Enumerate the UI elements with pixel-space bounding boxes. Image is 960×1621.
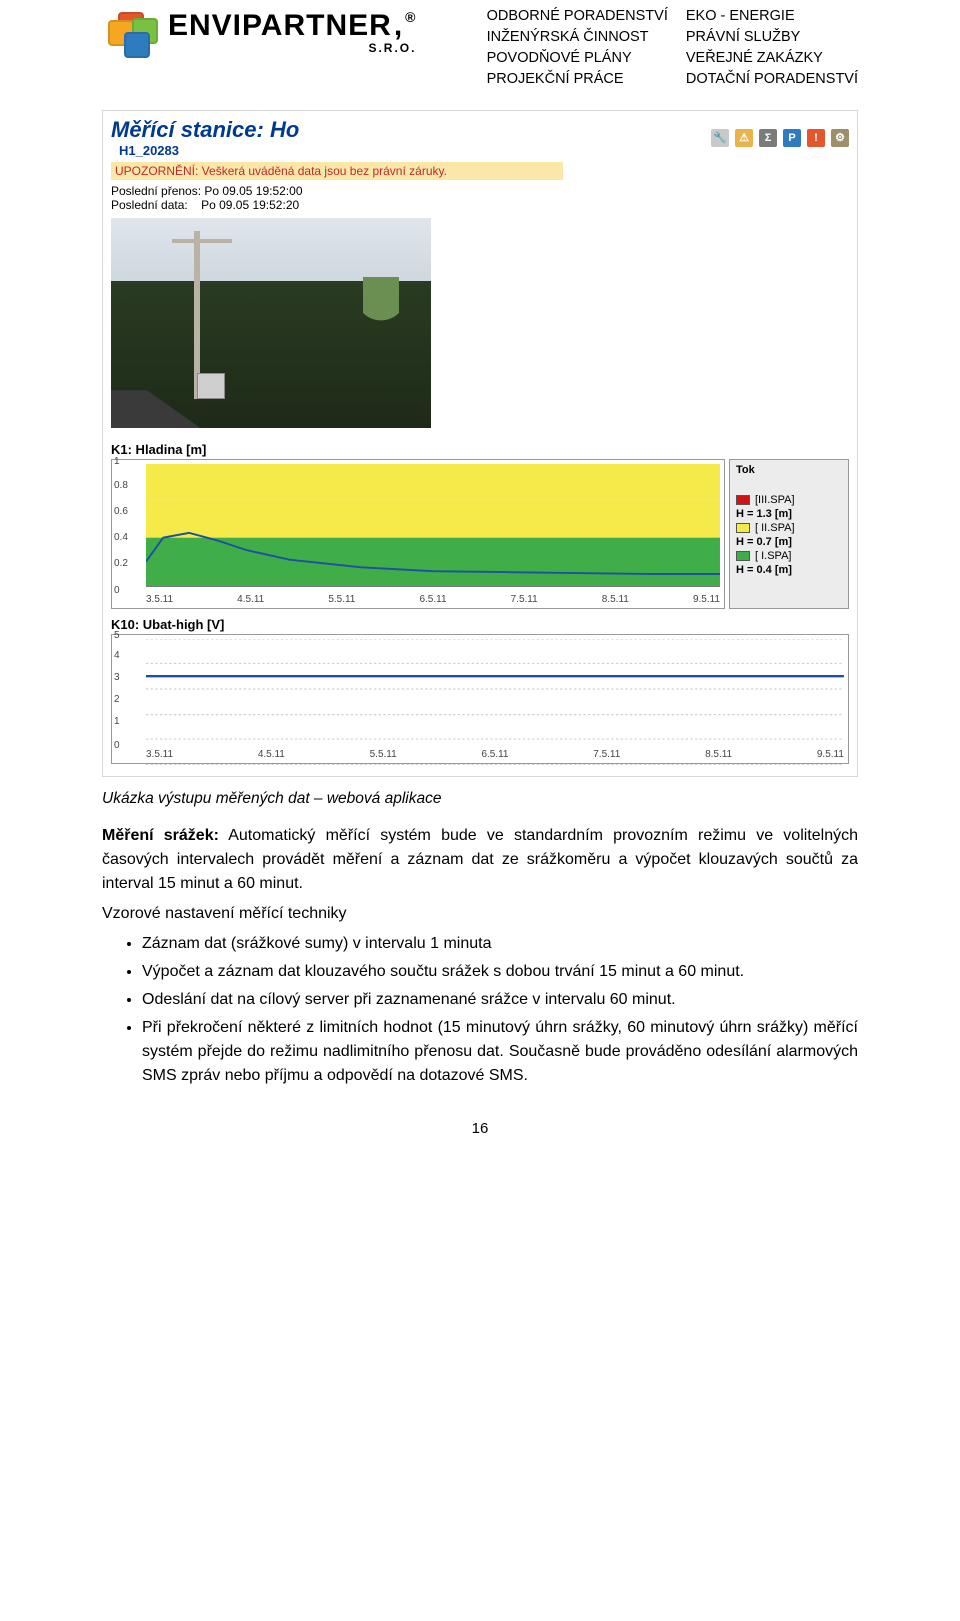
last-transfer: Poslední přenos: Po 09.05 19:52:00 [103, 184, 857, 198]
brand-sro: S.R.O. [168, 41, 416, 55]
p-icon[interactable]: P [783, 129, 801, 147]
service-item: ODBORNÉ PORADENSTVÍ [487, 6, 668, 27]
service-item: PROJEKČNÍ PRÁCE [487, 69, 668, 90]
station-photo [111, 218, 431, 428]
services-list: ODBORNÉ PORADENSTVÍ INŽENÝRSKÁ ČINNOST P… [487, 6, 858, 90]
paragraph-vzorove: Vzorové nastavení měřící techniky [102, 902, 858, 926]
list-item: Výpočet a záznam dat klouzavého součtu s… [142, 960, 858, 984]
warning-bar: UPOZORNĚNÍ: Veškerá uváděná data jsou be… [111, 162, 563, 180]
brand-logo: ENVIPARTNER , ® S.R.O. [102, 6, 416, 58]
paragraph-mereni: Měření srážek: Automatický měřící systém… [102, 824, 858, 896]
brand-logo-icon [102, 6, 162, 58]
toolbar-icons: 🔧 ⚠ Σ P ! ⚙ [711, 129, 849, 147]
document-body: Ukázka výstupu měřených dat – webová apl… [102, 787, 858, 1141]
service-item: INŽENÝRSKÁ ČINNOST [487, 27, 668, 48]
service-item: DOTAČNÍ PORADENSTVÍ [686, 69, 858, 90]
chart-ubat: 0 1 2 3 4 5 3.5.11 4.5.11 5.5.11 6.5.11 … [111, 634, 849, 764]
service-item: EKO - ENERGIE [686, 6, 858, 27]
page-number: 16 [102, 1118, 858, 1141]
figure-caption: Ukázka výstupu měřených dat – webová apl… [102, 787, 858, 810]
document-header: ENVIPARTNER , ® S.R.O. ODBORNÉ PORADENST… [102, 6, 858, 90]
service-item: VEŘEJNÉ ZAKÁZKY [686, 48, 858, 69]
station-title: Měřící stanice: Ho [111, 117, 299, 143]
brand-name: ENVIPARTNER [168, 9, 392, 43]
chart2-title: K10: Ubat-high [V] [111, 617, 849, 632]
service-item: PRÁVNÍ SLUŽBY [686, 27, 858, 48]
brand-registered: ® [405, 9, 416, 25]
bullet-list: Záznam dat (srážkové sumy) v intervalu 1… [102, 932, 858, 1088]
sigma-icon[interactable]: Σ [759, 129, 777, 147]
webapp-screenshot: Měřící stanice: Ho H1_20283 🔧 ⚠ Σ P ! ⚙ … [102, 110, 858, 777]
station-id: H1_20283 [111, 143, 299, 158]
alert-icon[interactable]: ! [807, 129, 825, 147]
chart-hladina: 0 0.2 0.4 0.6 0.8 1 3.5.11 4.5.11 5.5.11… [111, 459, 725, 609]
service-item: POVODŇOVÉ PLÁNY [487, 48, 668, 69]
warn-icon[interactable]: ⚠ [735, 129, 753, 147]
list-item: Záznam dat (srážkové sumy) v intervalu 1… [142, 932, 858, 956]
last-data: Poslední data: Po 09.05 19:52:20 [103, 198, 857, 212]
chart1-title: K1: Hladina [m] [111, 442, 849, 457]
wrench-icon[interactable]: 🔧 [711, 129, 729, 147]
chart1-legend: Tok [III.SPA] H = 1.3 [m] [ II.SPA] H = … [729, 459, 849, 609]
list-item: Při překročení některé z limitních hodno… [142, 1016, 858, 1088]
brand-comma: , [394, 9, 403, 43]
gear-icon[interactable]: ⚙ [831, 129, 849, 147]
list-item: Odeslání dat na cílový server při zaznam… [142, 988, 858, 1012]
